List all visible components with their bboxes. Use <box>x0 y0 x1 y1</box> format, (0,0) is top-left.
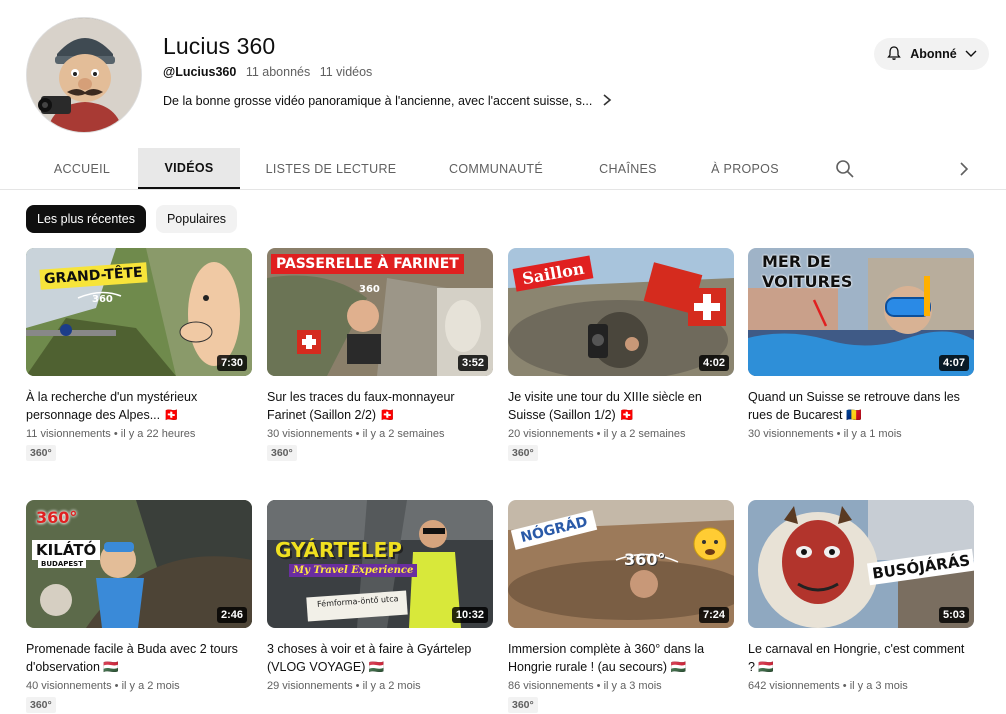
upload-age: il y a 22 heures <box>120 428 196 440</box>
video-stats: 29 visionnements • il y a 2 mois <box>267 680 421 692</box>
view-count: 86 visionnements <box>508 680 594 692</box>
thumbnail-360-label: 360° <box>624 550 666 569</box>
view-count: 642 visionnements <box>748 680 840 692</box>
video-thumbnail[interactable]: GRAND-TÊTE 360 7:30 <box>26 248 252 376</box>
upload-age: il y a 2 mois <box>121 680 180 692</box>
thumbnail-caption: PASSERELLE À FARINET <box>271 254 464 274</box>
thumbnail-subcaption: BUDAPEST <box>38 560 86 568</box>
tab-listes-de-lecture[interactable]: LISTES DE LECTURE <box>256 148 406 189</box>
upload-age: il y a 2 semaines <box>603 428 686 440</box>
thumbnail-caption: MER DE VOITURES <box>762 252 853 291</box>
video-stats: 30 visionnements • il y a 2 semaines <box>267 428 445 440</box>
channel-tabs: ACCUEIL VIDÉOS LISTES DE LECTURE COMMUNA… <box>0 148 1006 190</box>
video-stats: 642 visionnements • il y a 3 mois <box>748 680 908 692</box>
video-count: 11 vidéos <box>319 65 373 79</box>
video-duration: 7:24 <box>698 607 729 623</box>
video-duration: 2:46 <box>216 607 247 623</box>
subscriber-count: 11 abonnés <box>245 65 311 79</box>
thumbnail-360-label: 360 <box>359 284 380 295</box>
channel-header: Lucius 360 @Lucius360 11 abonnés 11 vidé… <box>0 0 1006 146</box>
upload-age: il y a 2 mois <box>362 680 421 692</box>
video-stats: 20 visionnements • il y a 2 semaines <box>508 428 686 440</box>
video-stats: 11 visionnements • il y a 22 heures <box>26 428 196 440</box>
video-card[interactable]: BUSÓJÁRÁS 5:03 Le carnaval en Hongrie, c… <box>748 500 974 692</box>
tab-videos[interactable]: VIDÉOS <box>138 148 240 189</box>
upload-age: il y a 2 semaines <box>362 428 445 440</box>
tab-chaines[interactable]: CHAÎNES <box>586 148 670 189</box>
video-title[interactable]: Quand un Suisse se retrouve dans les rue… <box>748 388 974 424</box>
bell-icon <box>886 45 902 64</box>
thumbnail-360-label: 360° <box>36 508 78 527</box>
360-badge: 360° <box>26 445 56 461</box>
upload-age: il y a 1 mois <box>843 428 902 440</box>
video-card[interactable]: GRAND-TÊTE 360 7:30 À la recherche d'un … <box>26 248 252 461</box>
upload-age: il y a 3 mois <box>849 680 908 692</box>
view-count: 29 visionnements <box>267 680 353 692</box>
subscribed-button[interactable]: Abonné <box>874 38 989 70</box>
search-icon[interactable] <box>834 158 856 180</box>
video-thumbnail[interactable]: PASSERELLE À FARINET 360 3:52 <box>267 248 493 376</box>
video-title[interactable]: Le carnaval en Hongrie, c'est comment ? … <box>748 640 974 676</box>
chevron-right-icon <box>602 94 612 108</box>
view-count: 30 visionnements <box>267 428 353 440</box>
video-duration: 10:32 <box>451 607 488 623</box>
channel-name: Lucius 360 <box>163 33 276 59</box>
video-duration: 4:02 <box>698 355 729 371</box>
video-title[interactable]: Promenade facile à Buda avec 2 tours d'o… <box>26 640 252 676</box>
video-card[interactable]: NÓGRÁD 360° 7:24 Immersion complète à 36… <box>508 500 734 713</box>
360-badge: 360° <box>508 445 538 461</box>
video-thumbnail[interactable]: 360° KILÁTÓ BUDAPEST 2:46 <box>26 500 252 628</box>
tab-a-propos[interactable]: À PROPOS <box>700 148 790 189</box>
chip-plus-recentes[interactable]: Les plus récentes <box>26 205 146 233</box>
upload-age: il y a 3 mois <box>603 680 662 692</box>
avatar-illustration <box>27 18 141 132</box>
video-duration: 5:03 <box>938 607 969 623</box>
video-thumbnail[interactable]: NÓGRÁD 360° 7:24 <box>508 500 734 628</box>
360-badge: 360° <box>508 697 538 713</box>
video-thumbnail[interactable]: MER DE VOITURES 4:07 <box>748 248 974 376</box>
chevron-down-icon <box>965 47 977 61</box>
video-card[interactable]: PASSERELLE À FARINET 360 3:52 Sur les tr… <box>267 248 493 461</box>
thumbnail-caption: GYÁRTELEP <box>275 538 402 562</box>
360-badge: 360° <box>267 445 297 461</box>
channel-avatar[interactable] <box>26 17 142 133</box>
video-title[interactable]: Je visite une tour du XIIIe siècle en Su… <box>508 388 734 424</box>
360-badge: 360° <box>26 697 56 713</box>
video-thumbnail[interactable]: Saillon 4:02 <box>508 248 734 376</box>
view-count: 30 visionnements <box>748 428 834 440</box>
subscribed-label: Abonné <box>910 47 957 61</box>
video-title[interactable]: À la recherche d'un mystérieux personnag… <box>26 388 252 424</box>
video-duration: 7:30 <box>216 355 247 371</box>
video-title[interactable]: 3 choses à voir et à faire à Gyártelep (… <box>267 640 493 676</box>
view-count: 40 visionnements <box>26 680 112 692</box>
video-title[interactable]: Immersion complète à 360° dans la Hongri… <box>508 640 734 676</box>
video-card[interactable]: Saillon 4:02 Je visite une tour du XIIIe… <box>508 248 734 461</box>
thumbnail-caption: KILÁTÓ <box>32 540 101 560</box>
video-duration: 4:07 <box>938 355 969 371</box>
video-stats: 30 visionnements • il y a 1 mois <box>748 428 902 440</box>
video-card[interactable]: MER DE VOITURES 4:07 Quand un Suisse se … <box>748 248 974 440</box>
channel-meta: @Lucius360 11 abonnés 11 vidéos <box>163 65 372 79</box>
tab-communaute[interactable]: COMMUNAUTÉ <box>436 148 556 189</box>
video-card[interactable]: GYÁRTELEP My Travel Experience Fémforma-… <box>267 500 493 692</box>
chevron-right-icon[interactable] <box>954 158 974 180</box>
channel-description[interactable]: De la bonne grosse vidéo panoramique à l… <box>163 94 612 108</box>
channel-handle: @Lucius360 <box>163 65 237 79</box>
video-duration: 3:52 <box>457 355 488 371</box>
thumbnail-subcaption: My Travel Experience <box>289 564 418 577</box>
video-stats: 86 visionnements • il y a 3 mois <box>508 680 662 692</box>
view-count: 20 visionnements <box>508 428 594 440</box>
video-thumbnail[interactable]: GYÁRTELEP My Travel Experience Fémforma-… <box>267 500 493 628</box>
video-thumbnail[interactable]: BUSÓJÁRÁS 5:03 <box>748 500 974 628</box>
view-count: 11 visionnements <box>26 428 111 440</box>
channel-description-text: De la bonne grosse vidéo panoramique à l… <box>163 94 593 108</box>
video-title[interactable]: Sur les traces du faux-monnayeur Farinet… <box>267 388 493 424</box>
tab-accueil[interactable]: ACCUEIL <box>40 148 124 189</box>
video-stats: 40 visionnements • il y a 2 mois <box>26 680 180 692</box>
thumbnail-360-label: 360 <box>92 294 113 305</box>
chip-populaires[interactable]: Populaires <box>156 205 237 233</box>
video-card[interactable]: 360° KILÁTÓ BUDAPEST 2:46 Promenade faci… <box>26 500 252 713</box>
